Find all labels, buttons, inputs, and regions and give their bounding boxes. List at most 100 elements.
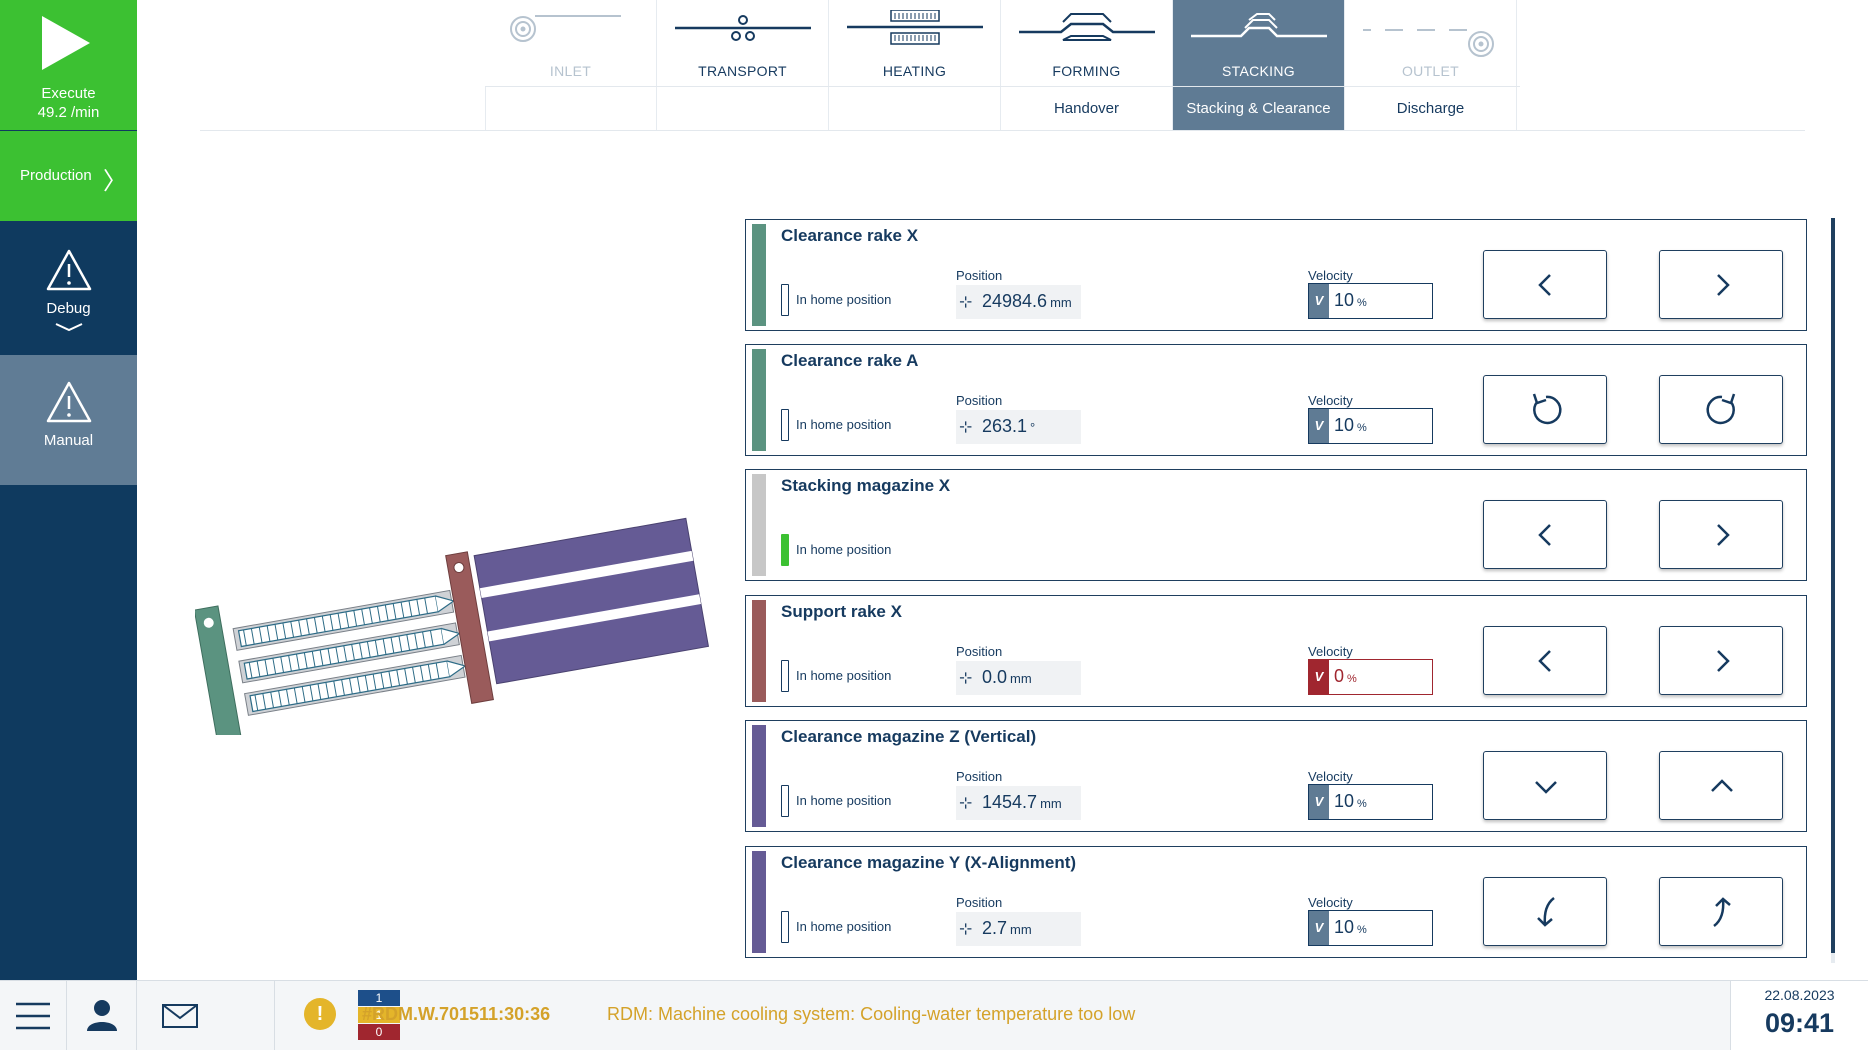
step-label: TRANSPORT (698, 63, 787, 79)
jog-curve-down-button[interactable] (1483, 877, 1607, 946)
rotate-cw-button[interactable] (1659, 375, 1783, 444)
chevron-right-icon: 〉 (103, 167, 127, 195)
position-label: Position (956, 393, 1003, 408)
step-stacking[interactable]: STACKING (1173, 0, 1345, 86)
jog-up-button[interactable] (1659, 751, 1783, 820)
home-label: In home position (796, 292, 892, 307)
jog-right-button[interactable] (1659, 626, 1783, 695)
clock: 22.08.2023 09:41 (1730, 981, 1868, 1050)
jog-left-button[interactable] (1483, 500, 1607, 569)
velocity-input[interactable]: V 10% (1308, 784, 1433, 820)
position-value: ⊹ 24984.6 mm (956, 285, 1081, 319)
scrollbar-thumb[interactable] (1831, 218, 1835, 953)
position-value: ⊹ 263.1 ° (956, 410, 1081, 444)
position-label: Position (956, 644, 1003, 659)
crosshair-icon: ⊹ (959, 793, 973, 812)
axis-panel-clearance-rake-a: Clearance rake A In home position Positi… (745, 344, 1807, 456)
heating-icon (847, 10, 983, 45)
position-number: 0.0 (982, 667, 1008, 687)
velocity-number: 10 (1334, 917, 1355, 937)
home-label: In home position (796, 919, 892, 934)
axis-panel-clearance-magazine-y: Clearance magazine Y (X-Alignment) In ho… (745, 846, 1807, 958)
crosshair-icon: ⊹ (959, 919, 973, 938)
position-unit: ° (1030, 420, 1036, 435)
jog-right-button[interactable] (1659, 500, 1783, 569)
status-bar: 1 1 0 ! #RDM.W.701511:30:36 RDM: Machine… (0, 980, 1868, 1050)
position-label: Position (956, 268, 1003, 283)
jog-left-button[interactable] (1483, 626, 1607, 695)
menu-button[interactable] (0, 981, 67, 1050)
home-indicator (781, 284, 789, 316)
substep-empty-3 (829, 87, 1001, 130)
chevron-up-icon (1711, 779, 1733, 792)
substep-empty-1 (485, 87, 657, 130)
step-inlet[interactable]: INLET (485, 0, 657, 86)
coil-outlet-icon (1363, 29, 1494, 57)
position-label: Position (956, 769, 1003, 784)
step-outlet[interactable]: OUTLET (1345, 0, 1517, 86)
step-label: STACKING (1222, 63, 1295, 79)
velocity-input[interactable]: V 10% (1308, 910, 1433, 946)
position-value: ⊹ 0.0 mm (956, 661, 1081, 695)
execute-button[interactable]: Execute 49.2 /min (0, 0, 137, 130)
rotate-cw-icon (1706, 393, 1736, 425)
time: 09:41 (1764, 1008, 1835, 1038)
velocity-unit: % (1357, 422, 1367, 434)
velocity-input[interactable]: V 10% (1308, 408, 1433, 444)
step-label: HEATING (882, 63, 947, 79)
curve-down-arrow-icon (1537, 897, 1555, 927)
chevron-down-icon (1535, 781, 1557, 794)
home-label: In home position (796, 668, 892, 683)
position-value: ⊹ 2.7 mm (956, 912, 1081, 946)
hamburger-menu-icon (16, 1002, 50, 1030)
steps-divider (485, 86, 1520, 87)
execute-label: Execute (41, 85, 96, 102)
home-indicator (781, 785, 789, 817)
chevron-right-icon (1717, 274, 1730, 296)
mail-icon (162, 1004, 198, 1028)
axis-color-bar (752, 474, 766, 576)
debug-label: Debug (46, 300, 91, 317)
user-button[interactable] (67, 981, 137, 1050)
velocity-number: 10 (1334, 415, 1355, 435)
velocity-input[interactable]: V 10% (1308, 283, 1433, 319)
alarm-message[interactable]: RDM: Machine cooling system: Cooling-wat… (607, 1004, 1135, 1025)
jog-curve-up-button[interactable] (1659, 877, 1783, 946)
curve-up-arrow-icon (1713, 897, 1731, 927)
rotate-ccw-button[interactable] (1483, 375, 1607, 444)
velocity-unit: % (1357, 798, 1367, 810)
alarm-code[interactable]: #RDM.W.701511:30:36 (362, 1004, 550, 1025)
axis-title: Stacking magazine X (781, 476, 951, 495)
step-heating[interactable]: HEATING (829, 0, 1001, 86)
position-number: 1454.7 (982, 792, 1038, 812)
manual-button[interactable]: Manual (0, 355, 137, 485)
substep-discharge[interactable]: Discharge (1345, 87, 1517, 130)
axis-panel-stacking-magazine-x: Stacking magazine X In home position (745, 469, 1807, 581)
production-button[interactable]: Production 〉 (0, 131, 137, 221)
step-transport[interactable]: TRANSPORT (657, 0, 829, 86)
jog-left-button[interactable] (1483, 250, 1607, 319)
jog-right-button[interactable] (1659, 250, 1783, 319)
warning-triangle-icon (46, 381, 92, 423)
velocity-input[interactable]: V 0% (1308, 659, 1433, 695)
crosshair-icon: ⊹ (959, 292, 973, 311)
home-label: In home position (796, 793, 892, 808)
execute-rate: 49.2 /min (37, 104, 100, 121)
velocity-icon: V (1309, 911, 1329, 945)
axis-title: Clearance magazine Z (Vertical) (781, 727, 1037, 746)
substep-handover[interactable]: Handover (1001, 87, 1173, 130)
velocity-unit: % (1357, 297, 1367, 309)
jog-down-button[interactable] (1483, 751, 1607, 820)
message-button[interactable]: 1 1 0 (137, 981, 400, 1050)
substep-stacking-clearance[interactable]: Stacking & Clearance (1173, 87, 1345, 130)
step-forming[interactable]: FORMING (1001, 0, 1173, 86)
axis-color-bar (752, 600, 766, 702)
chevron-down-icon (55, 323, 83, 332)
axis-color-bar (752, 851, 766, 953)
chevron-right-icon (1717, 650, 1730, 672)
axis-title: Clearance magazine Y (X-Alignment) (781, 853, 1077, 872)
debug-button[interactable]: Debug (0, 222, 137, 352)
home-indicator (781, 911, 789, 943)
home-label: In home position (796, 417, 892, 432)
play-icon (42, 16, 90, 70)
